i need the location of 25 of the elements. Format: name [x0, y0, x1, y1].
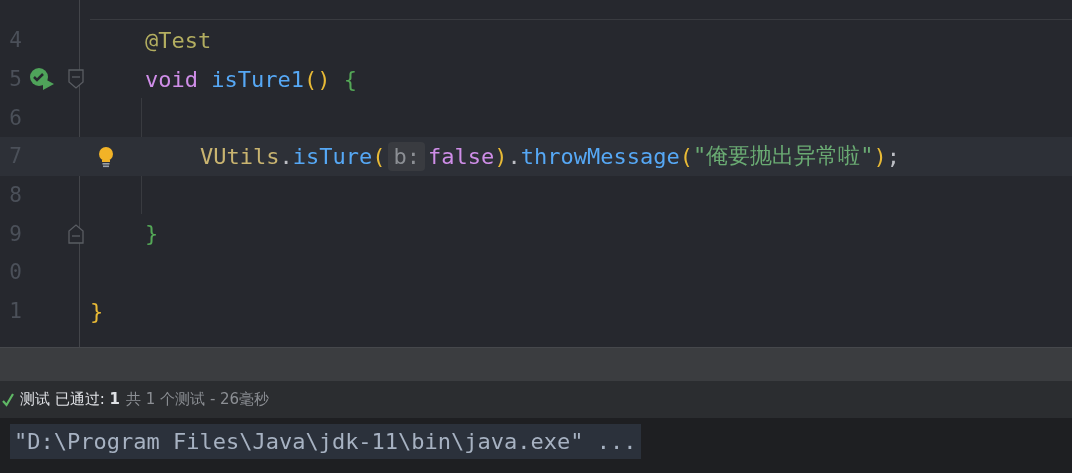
- code-token: (: [679, 143, 693, 169]
- code-token: .: [279, 143, 293, 169]
- code-token: isTure: [292, 143, 373, 169]
- code-token: {: [343, 66, 357, 92]
- test-detail: 共 1 个测试 - 26毫秒: [126, 390, 270, 409]
- lightbulb-icon[interactable]: [98, 146, 114, 169]
- code-token: @Test: [145, 27, 212, 53]
- code-token: (): [303, 66, 331, 92]
- code-token: ): [494, 143, 508, 169]
- code-token: ): [873, 143, 887, 169]
- code-token: false: [427, 143, 495, 169]
- code-token: (: [372, 143, 386, 169]
- code-token: void: [145, 66, 198, 92]
- code-token: VUtils: [200, 143, 280, 169]
- code-token: }: [145, 221, 159, 247]
- test-summary: 测试 已通过: 1: [20, 390, 121, 409]
- console-command: "D:\Program Files\Java\jdk-11\bin\java.exe" ...: [10, 424, 641, 459]
- run-test-icon[interactable]: [29, 67, 55, 92]
- code-token: }: [90, 298, 104, 324]
- code-token: .: [507, 143, 521, 169]
- code-token: throwMessage: [520, 143, 680, 169]
- code-token: "俺要抛出异常啦": [692, 142, 874, 171]
- code-token: isTure1: [211, 66, 304, 92]
- code-token: ;: [886, 143, 900, 169]
- parameter-hint: b:: [388, 141, 425, 171]
